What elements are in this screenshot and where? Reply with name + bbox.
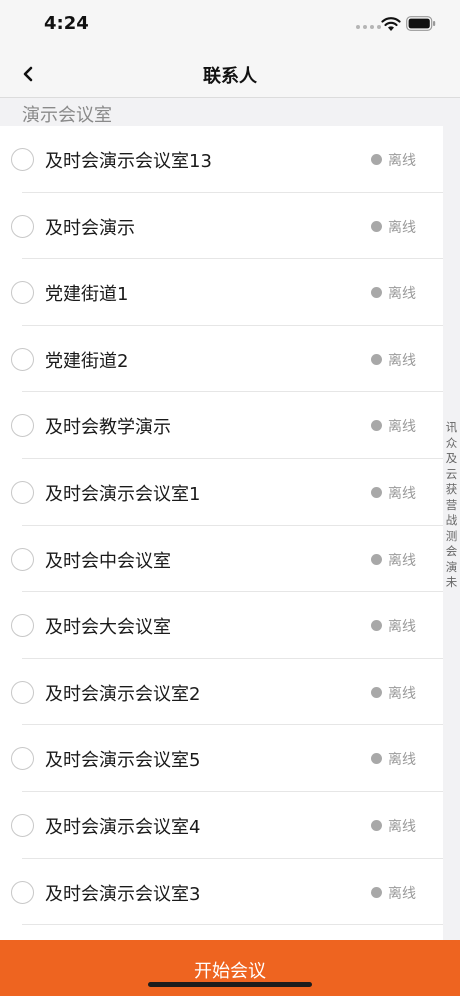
status-dot-icon [371,753,382,765]
signal-icon [356,25,381,29]
status-dot-icon [371,620,382,632]
select-radio[interactable] [11,747,34,771]
select-radio[interactable] [11,281,34,305]
contact-status: 离线 [388,286,416,303]
select-radio[interactable] [11,614,34,638]
index-letter[interactable]: 演 [446,560,458,576]
select-radio[interactable] [11,347,34,371]
start-meeting-button[interactable]: 开始会议 [0,940,460,996]
status-dot-icon [371,487,382,498]
contact-row[interactable]: 及时会教学演示 离线 [0,392,443,459]
contact-status: 离线 [388,219,416,236]
select-radio[interactable] [11,148,34,171]
contact-name: 及时会演示会议室1 [45,484,201,505]
index-letter[interactable]: 营 [446,498,458,514]
contact-status: 离线 [388,819,416,835]
contact-name: 党建街道1 [45,284,129,306]
contact-row[interactable]: 及时会演示会议室4 离线 [0,792,443,859]
select-radio[interactable] [11,680,34,704]
index-letter[interactable]: 测 [446,529,458,545]
status-bar: 4:24 [0,0,460,50]
status-dot-icon [371,220,382,232]
contact-row[interactable]: 及时会中会议室 离线 [0,526,443,593]
contact-row[interactable]: 及时会演示会议室5 离线 [0,725,443,792]
contact-status: 离线 [388,153,416,169]
battery-icon [406,16,436,31]
status-dot-icon [371,686,382,698]
status-dot-icon [371,553,382,565]
contact-name: 及时会教学演示 [45,417,171,439]
contact-row[interactable]: 及时会演示会议室1 离线 [0,459,443,526]
contact-name: 及时会演示会议室13 [45,151,212,172]
home-indicator [148,982,312,987]
contact-name: 及时会演示会议室3 [45,883,201,905]
contact-row[interactable]: 及时会演示会议室3 离线 [0,859,443,926]
status-dot-icon [371,886,382,898]
contact-name: 及时会演示 [45,217,135,239]
contact-row[interactable]: 及时会演示会议室13 离线 [0,126,443,193]
contact-name: 及时会演示会议室2 [45,683,201,705]
contact-status: 离线 [388,552,416,569]
contact-name: 党建街道2 [45,350,129,372]
section-header: 演示会议室 [22,105,112,126]
contact-status: 离线 [388,752,416,769]
contact-status: 离线 [388,619,416,636]
select-radio[interactable] [11,880,34,904]
select-radio[interactable] [11,214,34,238]
contact-row[interactable]: 党建街道1 离线 [0,259,443,326]
index-letter[interactable]: 会 [446,544,458,560]
divider [22,924,443,926]
contact-status: 离线 [388,885,416,902]
status-dot-icon [371,154,382,165]
index-letter[interactable]: 云 [446,467,458,483]
select-radio[interactable] [11,481,34,504]
status-dot-icon [371,420,382,432]
select-radio[interactable] [11,547,34,571]
index-letter[interactable]: 未 [446,575,458,591]
select-radio[interactable] [11,414,34,438]
contact-status: 离线 [388,419,416,436]
index-letter[interactable]: 讯 [446,420,458,436]
contact-status: 离线 [388,352,416,369]
index-letter[interactable]: 获 [446,482,458,498]
navigation-bar: 联系人 [0,50,460,98]
contact-status: 离线 [388,486,416,502]
index-bar[interactable]: 讯众及云获营战测会演未 [443,420,460,591]
contact-name: 及时会演示会议室5 [45,750,201,772]
select-radio[interactable] [11,814,34,837]
status-dot-icon [371,287,382,299]
contact-row[interactable]: 及时会演示会议室2 离线 [0,659,443,726]
contact-status: 离线 [388,685,416,702]
contact-name: 及时会大会议室 [45,617,171,639]
index-letter[interactable]: 战 [446,513,458,529]
contact-list: 及时会演示会议室13 离线 及时会演示 离线 党建街道1 离线 党建街道2 离线 及时会教学演示… [0,126,443,946]
status-time: 4:24 [44,13,89,34]
contact-name: 及时会中会议室 [45,550,171,572]
contact-row[interactable]: 及时会大会议室 离线 [0,592,443,659]
contact-name: 及时会演示会议室4 [45,817,201,838]
page-title: 联系人 [203,66,257,87]
contact-row[interactable]: 党建街道2 离线 [0,326,443,393]
wifi-icon [381,17,401,31]
index-letter[interactable]: 众 [446,436,458,452]
index-letter[interactable]: 及 [446,451,458,467]
status-dot-icon [371,353,382,365]
contact-row[interactable]: 及时会演示 离线 [0,193,443,260]
status-dot-icon [371,820,382,831]
